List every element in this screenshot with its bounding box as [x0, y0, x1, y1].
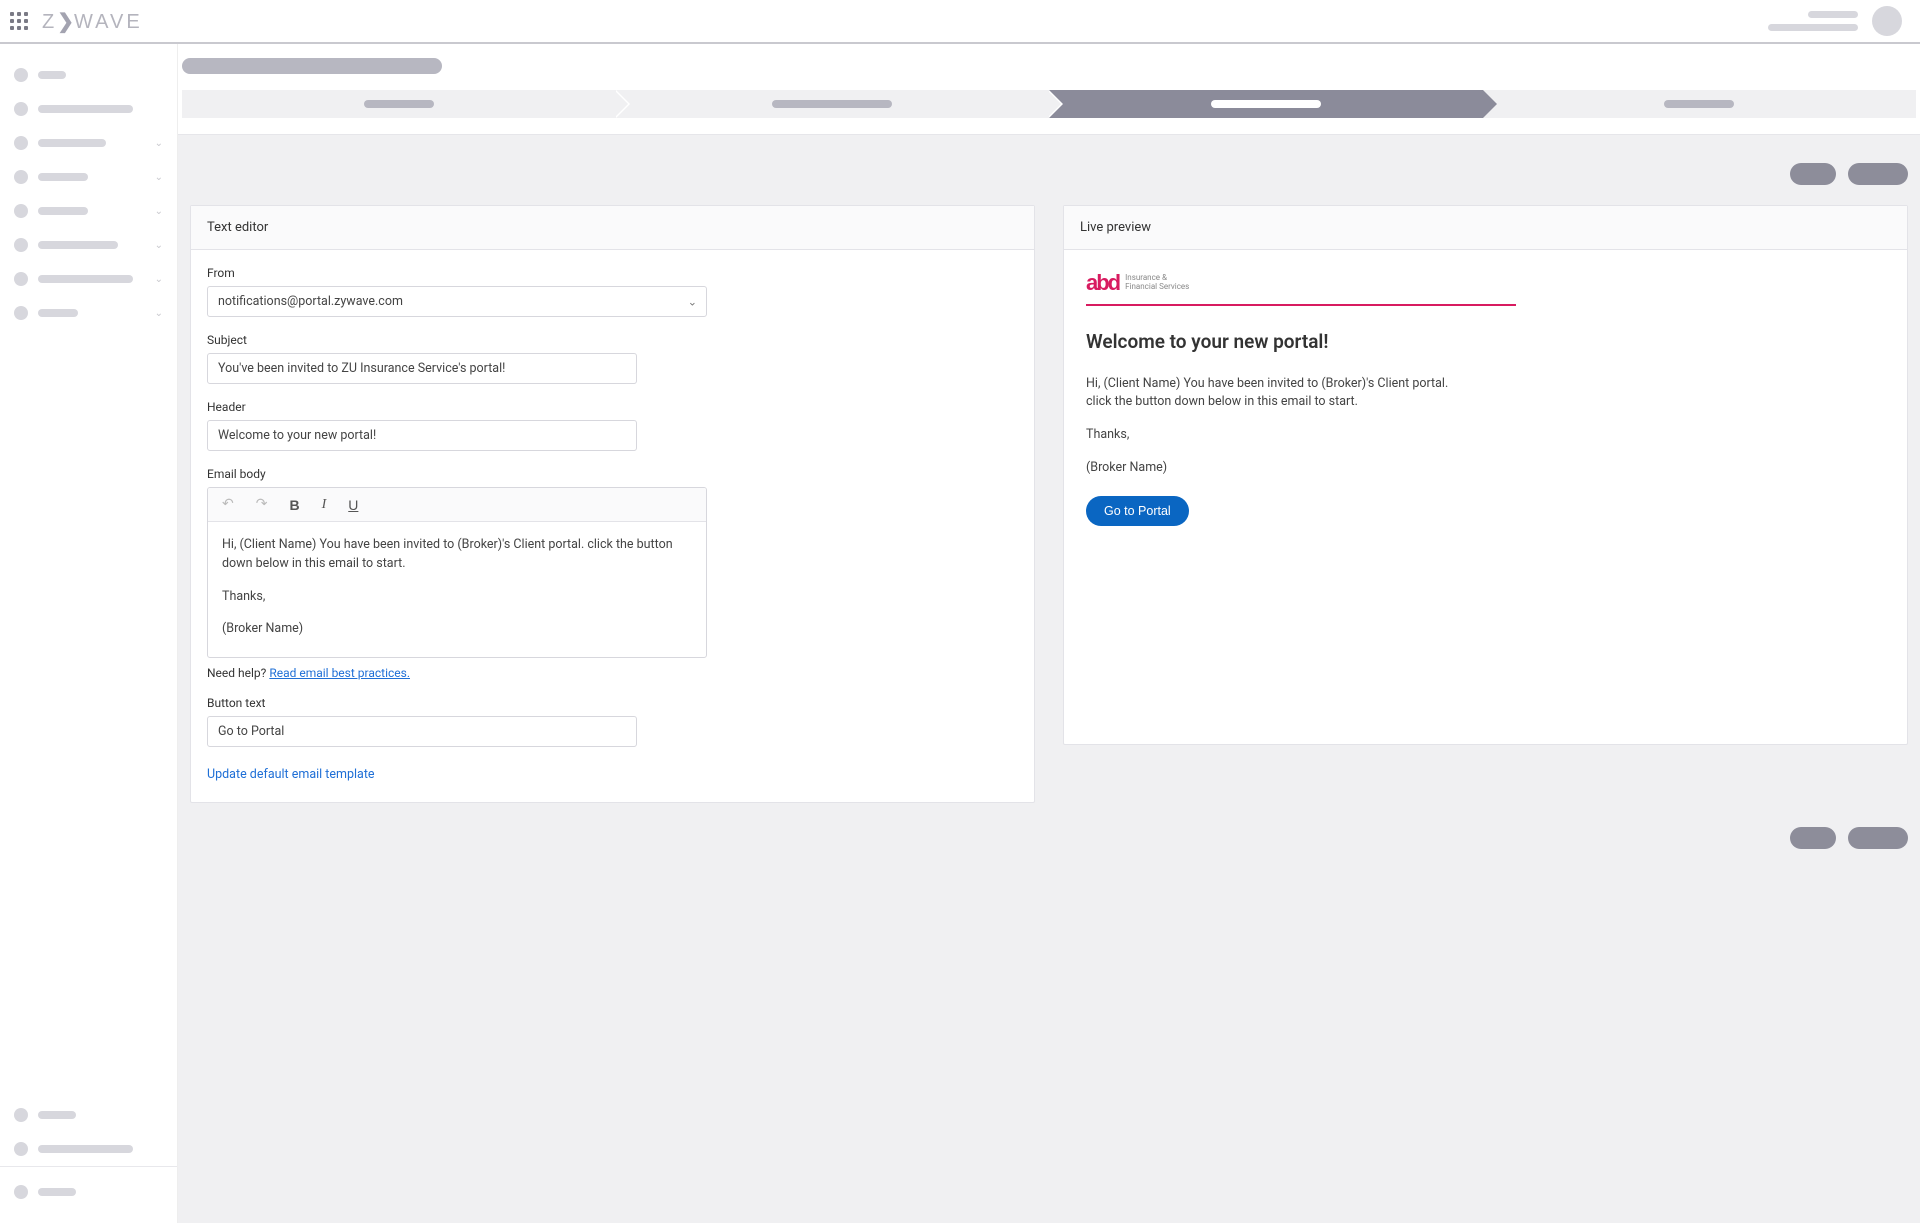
chevron-down-icon: ⌄: [155, 308, 163, 319]
bold-button[interactable]: B: [289, 497, 299, 513]
live-preview-panel: Live preview abd Insurance &Financial Se…: [1063, 205, 1908, 745]
secondary-button[interactable]: [1790, 163, 1836, 185]
text-editor-panel-title: Text editor: [191, 206, 1034, 250]
preview-text: Hi, (Client Name) You have been invited …: [1086, 375, 1885, 478]
secondary-button[interactable]: [1790, 827, 1836, 849]
step-2[interactable]: [616, 90, 1050, 118]
nav-item[interactable]: ⌄: [0, 228, 177, 262]
step-3-active[interactable]: [1049, 90, 1483, 118]
help-link[interactable]: Read email best practices.: [269, 666, 410, 680]
undo-icon[interactable]: ↶: [222, 496, 234, 513]
button-text-input[interactable]: [207, 716, 637, 747]
nav-item[interactable]: ⌄: [0, 194, 177, 228]
brand-tagline: Insurance &Financial Services: [1125, 274, 1189, 292]
body-line: Hi, (Client Name) You have been invited …: [222, 536, 692, 574]
preview-line: Thanks,: [1086, 426, 1885, 445]
chevron-down-icon: ⌄: [155, 240, 163, 251]
nav-item[interactable]: [0, 58, 177, 92]
body-line: (Broker Name): [222, 620, 692, 639]
step-1[interactable]: [182, 90, 616, 118]
bottom-action-bar: [178, 803, 1920, 869]
nav-item[interactable]: ⌄: [0, 160, 177, 194]
chevron-down-icon: ⌄: [155, 206, 163, 217]
brand-divider: [1086, 304, 1516, 306]
header-left: Z❯WAVE: [10, 9, 143, 34]
body-line: Thanks,: [222, 588, 692, 607]
top-action-bar: [178, 135, 1920, 205]
from-label: From: [207, 266, 1018, 280]
nav-item[interactable]: [0, 1132, 177, 1166]
preview-line: Hi, (Client Name) You have been invited …: [1086, 375, 1885, 394]
underline-button[interactable]: U: [348, 497, 358, 513]
chevron-down-icon: ⌄: [155, 274, 163, 285]
primary-button[interactable]: [1848, 163, 1908, 185]
sidebar: ⌄ ⌄ ⌄ ⌄ ⌄ ⌄: [0, 44, 178, 1223]
top-header: Z❯WAVE: [0, 0, 1920, 44]
help-line: Need help? Read email best practices.: [207, 666, 1018, 680]
live-preview-panel-title: Live preview: [1064, 206, 1907, 250]
email-body-label: Email body: [207, 467, 1018, 481]
update-template-link[interactable]: Update default email template: [207, 767, 375, 782]
brand-mark: abd: [1086, 270, 1119, 296]
text-editor-panel: Text editor From notifications@portal.zy…: [190, 205, 1035, 803]
chevron-down-icon: ⌄: [155, 138, 163, 149]
header-right: [1768, 6, 1902, 36]
nav-item[interactable]: ⌄: [0, 262, 177, 296]
subject-label: Subject: [207, 333, 1018, 347]
subject-input[interactable]: [207, 353, 637, 384]
from-select[interactable]: notifications@portal.zywave.com: [207, 286, 707, 317]
header-label: Header: [207, 400, 1018, 414]
preview-cta-button[interactable]: Go to Portal: [1086, 496, 1189, 526]
header-input[interactable]: [207, 420, 637, 451]
button-text-label: Button text: [207, 696, 1018, 710]
main-content: Text editor From notifications@portal.zy…: [178, 44, 1920, 1223]
nav-item[interactable]: ⌄: [0, 296, 177, 330]
page-title: [178, 58, 1920, 74]
chevron-down-icon: ⌄: [155, 172, 163, 183]
nav-item[interactable]: [0, 92, 177, 126]
italic-button[interactable]: I: [322, 497, 327, 513]
nav-item[interactable]: [0, 1175, 177, 1209]
rte-toolbar: ↶ ↷ B I U: [208, 488, 706, 522]
preview-line: (Broker Name): [1086, 459, 1885, 478]
nav-item[interactable]: [0, 1098, 177, 1132]
redo-icon[interactable]: ↷: [256, 496, 268, 513]
primary-button[interactable]: [1848, 827, 1908, 849]
help-prefix: Need help?: [207, 666, 269, 680]
avatar[interactable]: [1872, 6, 1902, 36]
preview-title: Welcome to your new portal!: [1086, 330, 1885, 353]
brand-logo: Z❯WAVE: [42, 9, 143, 34]
preview-brand: abd Insurance &Financial Services: [1086, 270, 1885, 296]
rich-text-editor: ↶ ↷ B I U Hi, (Client Name) You have bee…: [207, 487, 707, 658]
nav-item[interactable]: ⌄: [0, 126, 177, 160]
preview-line: click the button down below in this emai…: [1086, 393, 1885, 412]
stepper: [182, 90, 1916, 118]
apps-grid-icon[interactable]: [10, 12, 28, 30]
step-4[interactable]: [1483, 90, 1917, 118]
user-info-placeholder: [1768, 11, 1858, 31]
rte-content[interactable]: Hi, (Client Name) You have been invited …: [208, 522, 706, 657]
